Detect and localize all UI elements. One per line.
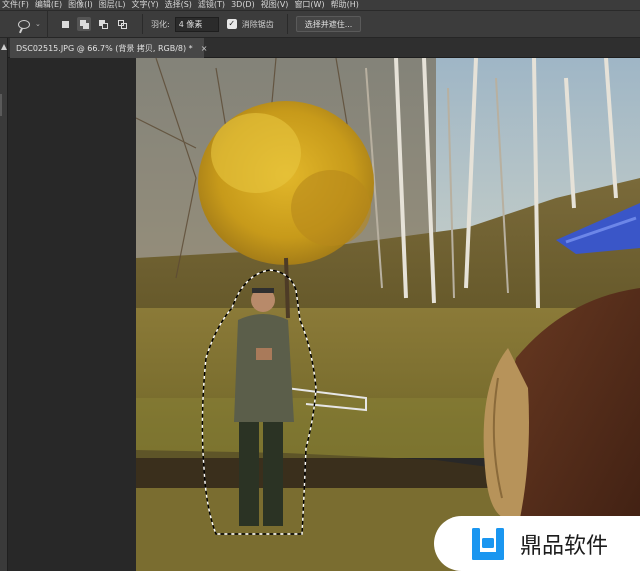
menu-filter[interactable]: 滤镜(T)	[198, 0, 225, 10]
menu-edit[interactable]: 编辑(E)	[35, 0, 62, 10]
antialias-checkbox[interactable]: ✓	[226, 19, 237, 29]
feather-input[interactable]	[174, 16, 219, 32]
brand-logo-icon	[472, 527, 504, 560]
selection-mode-group	[58, 17, 134, 31]
menu-select[interactable]: 选择(S)	[165, 0, 192, 10]
menu-layer[interactable]: 图层(L)	[99, 0, 126, 10]
document-tab[interactable]: DSC02515.JPG @ 66.7% (背景 拷贝, RGB/8) * ×	[10, 38, 207, 58]
menu-image[interactable]: 图像(I)	[68, 0, 93, 10]
antialias-label: 消除锯齿	[241, 19, 274, 29]
feather-label: 羽化:	[151, 19, 170, 29]
subtract-from-selection-button[interactable]	[96, 17, 110, 31]
watermark-badge: 鼎品软件	[434, 516, 640, 571]
checkmark-icon: ✓	[228, 19, 236, 28]
menu-window[interactable]: 窗口(W)	[294, 0, 324, 10]
tools-panel	[0, 38, 8, 571]
add-to-selection-button[interactable]	[77, 17, 91, 31]
watermark-text: 鼎品软件	[520, 533, 609, 559]
menu-3d[interactable]: 3D(D)	[231, 0, 255, 10]
canvas-area[interactable]	[8, 58, 640, 571]
lasso-icon	[18, 19, 30, 29]
new-selection-icon	[61, 20, 69, 28]
options-bar: ⌄ 羽化: ✓ 消除锯齿 选择并遮住...	[0, 10, 640, 38]
menu-type[interactable]: 文字(Y)	[131, 0, 158, 10]
close-icon[interactable]: ×	[201, 44, 208, 53]
photo-canvas[interactable]	[136, 58, 640, 571]
menu-view[interactable]: 视图(V)	[261, 0, 289, 10]
new-selection-button[interactable]	[58, 17, 72, 31]
document-tab-title: DSC02515.JPG @ 66.7% (背景 拷贝, RGB/8) *	[16, 43, 193, 53]
menu-help[interactable]: 帮助(H)	[331, 0, 359, 10]
move-tool-icon[interactable]	[1, 44, 7, 50]
select-and-mask-button[interactable]: 选择并遮住...	[295, 16, 362, 32]
chevron-down-icon: ⌄	[35, 20, 41, 28]
tool-preset-picker[interactable]: ⌄	[0, 10, 48, 38]
intersect-selection-button[interactable]	[115, 17, 129, 31]
menu-file[interactable]: 文件(F)	[2, 0, 29, 10]
document-tab-bar: DSC02515.JPG @ 66.7% (背景 拷贝, RGB/8) * ×	[8, 38, 640, 58]
tool-slot[interactable]	[0, 94, 2, 116]
divider	[142, 14, 143, 34]
divider	[286, 14, 288, 34]
photo-image	[136, 58, 640, 571]
menu-bar: 文件(F) 编辑(E) 图像(I) 图层(L) 文字(Y) 选择(S) 滤镜(T…	[0, 0, 640, 10]
